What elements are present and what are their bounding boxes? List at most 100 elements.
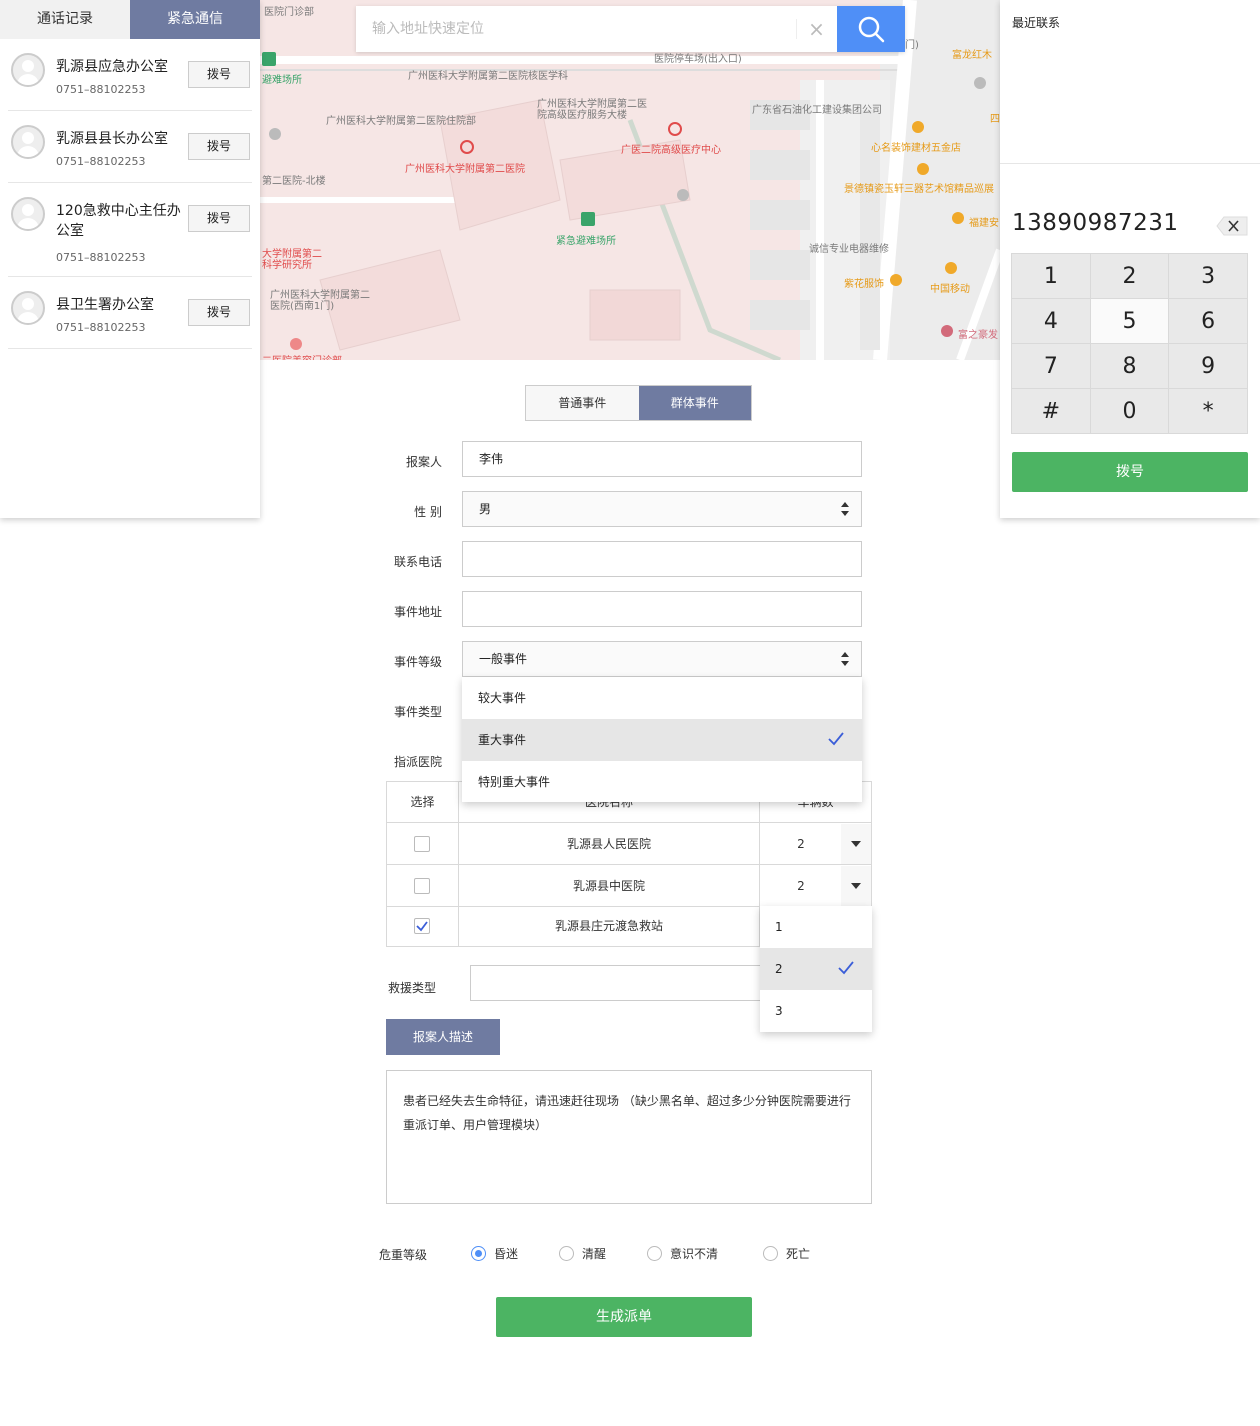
tab-group-event[interactable]: 群体事件: [638, 386, 751, 420]
reporter-label: 报案人: [405, 455, 442, 469]
map-view[interactable]: 医院门诊部 避难场所 广州医科大学附属第二医院核医学科 广州医科大学附属第二医院…: [260, 0, 1000, 360]
key-star[interactable]: *: [1168, 388, 1248, 434]
map-label: 医院门诊部: [264, 7, 314, 18]
severity-option[interactable]: 清醒: [559, 1245, 606, 1262]
radio-icon[interactable]: [763, 1246, 778, 1261]
phone-label: 联系电话: [393, 555, 442, 569]
vehicle-count[interactable]: 2: [760, 823, 842, 865]
key-6[interactable]: 6: [1168, 298, 1248, 344]
level-option[interactable]: 较大事件: [462, 677, 862, 719]
dial-button[interactable]: 拨号: [188, 61, 250, 88]
event-level-select[interactable]: 一般事件: [462, 641, 862, 677]
radio-selected-icon[interactable]: [471, 1246, 486, 1261]
dial-button[interactable]: 拨号: [188, 205, 250, 232]
shop-pin-icon[interactable]: [912, 121, 924, 133]
severity-option[interactable]: 死亡: [763, 1245, 810, 1262]
divider: [1000, 163, 1260, 164]
radio-icon[interactable]: [647, 1246, 662, 1261]
count-option[interactable]: 1: [760, 906, 872, 948]
key-9[interactable]: 9: [1168, 343, 1248, 389]
search-button[interactable]: [837, 6, 905, 52]
hospital-pin-icon[interactable]: [668, 122, 682, 136]
key-8[interactable]: 8: [1089, 343, 1170, 389]
reporter-description-button[interactable]: 报案人描述: [386, 1019, 500, 1055]
caret-down-icon[interactable]: [841, 866, 871, 906]
shelter-pin-icon[interactable]: [262, 52, 276, 66]
radio-icon[interactable]: [559, 1246, 574, 1261]
count-option[interactable]: 3: [760, 990, 872, 1032]
map-label: 第二医院-北楼: [262, 176, 326, 187]
contact-name: 乳源县应急办公室: [56, 59, 168, 75]
header-select: 选择: [387, 782, 459, 822]
shop-pin-icon[interactable]: [917, 163, 929, 175]
map-label: 四: [990, 114, 1000, 125]
map-label: 广东省石油化工建设集团公司: [752, 105, 882, 116]
address-field[interactable]: [462, 591, 862, 627]
gender-select[interactable]: 男: [462, 491, 862, 527]
key-hash[interactable]: #: [1011, 388, 1091, 434]
key-1[interactable]: 1: [1011, 253, 1091, 299]
map-label: 门): [905, 40, 919, 51]
reporter-field[interactable]: 李伟: [462, 441, 862, 477]
parking-pin-icon[interactable]: [269, 128, 281, 140]
shop-pin-icon[interactable]: [941, 325, 953, 337]
key-2[interactable]: 2: [1089, 253, 1170, 299]
parking-pin-icon[interactable]: [974, 77, 986, 89]
key-4[interactable]: 4: [1011, 298, 1091, 344]
hospital-pin-icon[interactable]: [290, 338, 302, 350]
vehicle-count-cell: 2: [760, 865, 871, 906]
backspace-icon[interactable]: [1216, 216, 1248, 236]
severity-option-label: 清醒: [582, 1247, 607, 1261]
severity-option-label: 死亡: [786, 1247, 811, 1261]
select-arrows-icon: [841, 652, 849, 666]
severity-option[interactable]: 意识不清: [647, 1245, 718, 1262]
map-label: 避难场所: [262, 75, 302, 86]
count-option-selected[interactable]: 2: [760, 948, 872, 990]
dial-button[interactable]: 拨号: [188, 299, 250, 326]
address-search-input[interactable]: [356, 6, 796, 52]
select-cell: [387, 865, 459, 906]
shelter-pin-icon[interactable]: [581, 212, 595, 226]
shop-pin-icon[interactable]: [952, 212, 964, 224]
event-type-toggle: 普通事件 群体事件: [525, 385, 752, 421]
shop-pin-icon[interactable]: [945, 262, 957, 274]
select-cell: [387, 907, 459, 946]
level-option-selected[interactable]: 重大事件: [462, 719, 862, 761]
key-7[interactable]: 7: [1011, 343, 1091, 389]
contact-phone: 0751–88102253: [56, 321, 146, 334]
tab-normal-event[interactable]: 普通事件: [526, 386, 639, 420]
generate-dispatch-button[interactable]: 生成派单: [496, 1297, 752, 1337]
hospital-pin-icon[interactable]: [460, 140, 474, 154]
vehicle-count[interactable]: 2: [760, 865, 842, 907]
map-label: 广州医科大学附属第二医院核医学科: [408, 71, 568, 82]
shop-pin-icon[interactable]: [890, 274, 902, 286]
map-label: 紫花服饰: [844, 279, 884, 290]
key-5[interactable]: 5: [1089, 298, 1170, 344]
event-type-label: 事件类型: [393, 705, 442, 719]
hospital-name: 乳源县中医院: [459, 865, 760, 906]
tab-emergency-comm[interactable]: 紧急通信: [130, 0, 260, 39]
level-option[interactable]: 特别重大事件: [462, 761, 862, 803]
checkmark-icon: [416, 921, 428, 932]
hospital-checkbox[interactable]: [414, 878, 430, 894]
rescue-type-field[interactable]: [470, 965, 770, 1001]
hospital-checkbox[interactable]: [414, 836, 430, 852]
contact-phone: 0751–88102253: [56, 155, 146, 168]
call-button[interactable]: 拨号: [1012, 452, 1248, 492]
contact-item: 120急救中心主任办公室 0751–88102253 拨号: [8, 183, 252, 277]
dial-button[interactable]: 拨号: [188, 133, 250, 160]
key-0[interactable]: 0: [1089, 388, 1170, 434]
parking-pin-icon[interactable]: [677, 189, 689, 201]
severity-option[interactable]: 昏迷: [471, 1245, 518, 1262]
map-label: 广州医科大学附属第二医院(西南1门): [270, 290, 370, 312]
vehicle-count-dropdown: 1 2 3: [760, 906, 872, 1032]
vehicle-count-cell: 2: [760, 823, 871, 864]
tab-call-history[interactable]: 通话记录: [0, 0, 130, 39]
key-3[interactable]: 3: [1168, 253, 1248, 299]
caret-down-icon[interactable]: [841, 824, 871, 864]
avatar-icon: [11, 291, 45, 325]
description-textarea[interactable]: 患者已经失去生命特征，请迅速赶往现场 （缺少黑名单、超过多少分钟医院需要进行重派…: [386, 1070, 872, 1204]
clear-icon[interactable]: ×: [796, 19, 836, 39]
phone-field[interactable]: [462, 541, 862, 577]
hospital-checkbox-checked[interactable]: [414, 918, 430, 934]
